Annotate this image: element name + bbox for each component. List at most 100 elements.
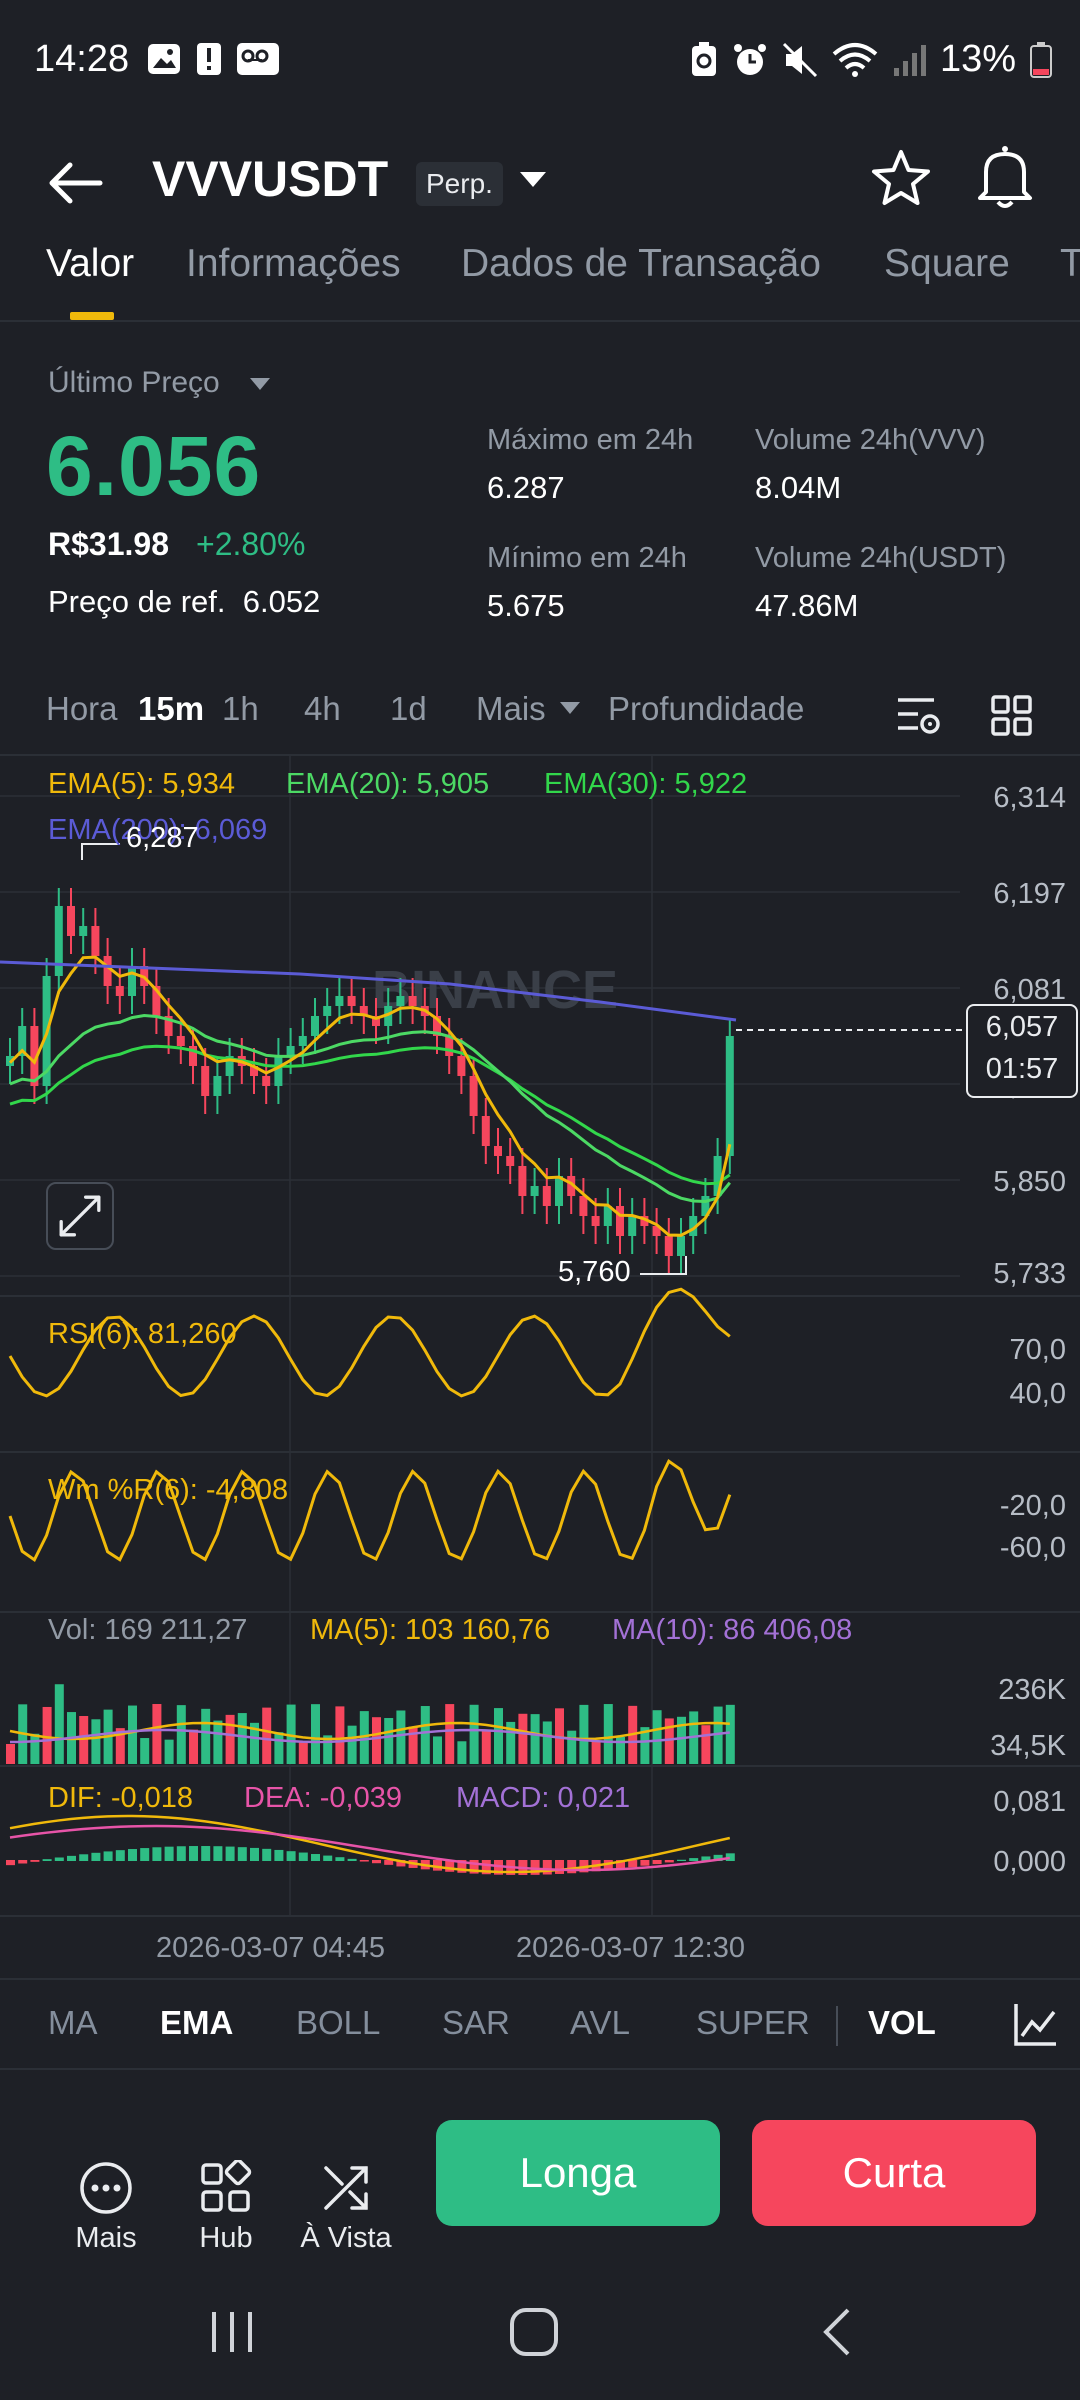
candle-body bbox=[457, 1056, 466, 1076]
interval-15m[interactable]: 15m bbox=[138, 690, 204, 728]
vol-legend: Vol: 169 211,27 bbox=[48, 1614, 248, 1646]
interval-1d[interactable]: 1d bbox=[390, 690, 427, 728]
macd-bar bbox=[542, 1860, 552, 1875]
status-right: 13% bbox=[690, 38, 1052, 81]
expand-chart-icon[interactable] bbox=[46, 1182, 114, 1250]
more-dots-icon bbox=[80, 2162, 132, 2214]
macd-bar bbox=[677, 1859, 686, 1861]
home-icon[interactable] bbox=[508, 2306, 560, 2358]
macd-bar bbox=[164, 1846, 174, 1861]
tab-valor[interactable]: Valor bbox=[46, 242, 134, 286]
volume-bar bbox=[664, 1718, 674, 1764]
indicator-vol[interactable]: VOL bbox=[868, 2004, 936, 2042]
long-button[interactable]: Longa bbox=[436, 2120, 720, 2226]
interval-4h[interactable]: 4h bbox=[304, 690, 341, 728]
ema30-line bbox=[9, 1044, 731, 1186]
interval-hora[interactable]: Hora bbox=[46, 690, 118, 728]
vol-vvv-label: Volume 24h(VVV) bbox=[755, 424, 986, 456]
tab-informacoes[interactable]: Informações bbox=[186, 242, 401, 286]
interval-bar: Hora 15m 1h 4h 1d Mais Profundidade bbox=[0, 680, 1080, 756]
mais-dropdown-icon[interactable] bbox=[560, 702, 580, 714]
layout-grid-icon[interactable] bbox=[990, 694, 1034, 738]
indicator-ma[interactable]: MA bbox=[48, 2004, 98, 2042]
macd-bar bbox=[189, 1846, 198, 1861]
symbol-title[interactable]: VVVUSDT bbox=[152, 150, 388, 208]
x-label-2: 2026-03-07 12:30 bbox=[516, 1932, 745, 1964]
bell-alert-icon[interactable] bbox=[972, 142, 1038, 212]
hub-button[interactable]: Hub bbox=[176, 2160, 276, 2255]
volume-bar bbox=[30, 1733, 40, 1764]
interval-depth[interactable]: Profundidade bbox=[608, 690, 804, 728]
candle-body bbox=[469, 1076, 478, 1116]
macd-bar bbox=[152, 1847, 162, 1861]
ref-label-text: Preço de ref. bbox=[48, 584, 226, 619]
macd-bar bbox=[652, 1860, 662, 1865]
indicator-chart-icon[interactable] bbox=[1012, 2000, 1060, 2048]
recent-apps-icon[interactable] bbox=[206, 2306, 258, 2358]
indicator-boll[interactable]: BOLL bbox=[296, 2004, 380, 2042]
tab-active-indicator bbox=[70, 312, 114, 320]
perp-badge: Perp. bbox=[416, 162, 503, 206]
interval-1h[interactable]: 1h bbox=[222, 690, 259, 728]
y-tick-5: 5,850 bbox=[993, 1166, 1066, 1198]
volume-bar bbox=[6, 1744, 15, 1764]
price-change: +2.80% bbox=[196, 526, 306, 562]
volume-bar bbox=[652, 1710, 662, 1764]
status-time: 14:28 bbox=[34, 38, 130, 80]
last-price-dropdown-icon[interactable] bbox=[250, 378, 270, 390]
tab-more[interactable]: T bbox=[1060, 242, 1080, 286]
chart-area[interactable]: BINANCE EMA(5): 5,934 EMA(20): 5,905 EMA… bbox=[0, 756, 1080, 1966]
volume-bar bbox=[420, 1706, 430, 1764]
status-bar: 14:28 13% bbox=[0, 0, 1080, 120]
spot-button[interactable]: À Vista bbox=[296, 2160, 396, 2255]
battery-percent: 13% bbox=[939, 38, 1016, 80]
more-button[interactable]: Mais bbox=[56, 2160, 156, 2255]
candle-body bbox=[396, 996, 405, 1006]
current-price-value: 6,057 bbox=[985, 1011, 1059, 1043]
indicator-ema[interactable]: EMA bbox=[160, 2004, 233, 2042]
tab-dados-transacao[interactable]: Dados de Transação bbox=[461, 242, 821, 286]
wifi-icon bbox=[832, 42, 878, 77]
back-arrow-icon[interactable] bbox=[42, 148, 112, 218]
volume-bar bbox=[445, 1704, 455, 1764]
volume-bar bbox=[372, 1717, 381, 1764]
chart-settings-icon[interactable] bbox=[894, 694, 942, 740]
candle-body bbox=[616, 1206, 624, 1236]
spot-swap-icon bbox=[324, 2166, 368, 2210]
vol-usdt-value: 47.86M bbox=[755, 588, 859, 623]
macd-bar bbox=[298, 1852, 308, 1861]
indicator-sar[interactable]: SAR bbox=[442, 2004, 510, 2042]
rsi-tick-40: 40,0 bbox=[1009, 1378, 1066, 1410]
interval-mais[interactable]: Mais bbox=[476, 690, 546, 728]
macd-bar bbox=[689, 1858, 699, 1861]
candle-body bbox=[506, 1156, 515, 1166]
macd-bar bbox=[42, 1859, 52, 1861]
macd-bar bbox=[115, 1850, 125, 1861]
rsi-legend: RSI(6): 81,260 bbox=[48, 1318, 237, 1350]
nav-back-icon[interactable] bbox=[818, 2306, 858, 2358]
battery-icon bbox=[1030, 41, 1052, 78]
indicator-super[interactable]: SUPER bbox=[696, 2004, 810, 2042]
ema30-legend: EMA(30): 5,922 bbox=[544, 768, 748, 800]
volume-bar bbox=[225, 1714, 235, 1764]
ema20-legend: EMA(20): 5,905 bbox=[286, 768, 490, 800]
symbol-dropdown-icon[interactable] bbox=[520, 172, 546, 187]
hub-grid-icon bbox=[201, 2160, 252, 2212]
short-button[interactable]: Curta bbox=[752, 2120, 1036, 2226]
signal-icon bbox=[893, 44, 926, 76]
macd-bar bbox=[54, 1857, 64, 1861]
volume-bar bbox=[433, 1736, 442, 1764]
candle-body bbox=[274, 1056, 283, 1086]
indicator-avl[interactable]: AVL bbox=[570, 2004, 630, 2042]
macd-bar bbox=[664, 1860, 674, 1863]
volume-bar bbox=[384, 1718, 394, 1764]
macd-bar bbox=[555, 1860, 564, 1874]
volume-bar bbox=[189, 1729, 198, 1764]
tab-square[interactable]: Square bbox=[884, 242, 1010, 286]
candle-body bbox=[408, 996, 417, 1006]
candle-body bbox=[347, 996, 356, 1006]
favorite-star-icon[interactable] bbox=[868, 146, 934, 212]
last-price-label[interactable]: Último Preço bbox=[48, 366, 220, 400]
volume-bar bbox=[140, 1738, 150, 1764]
candle-body bbox=[591, 1216, 600, 1226]
